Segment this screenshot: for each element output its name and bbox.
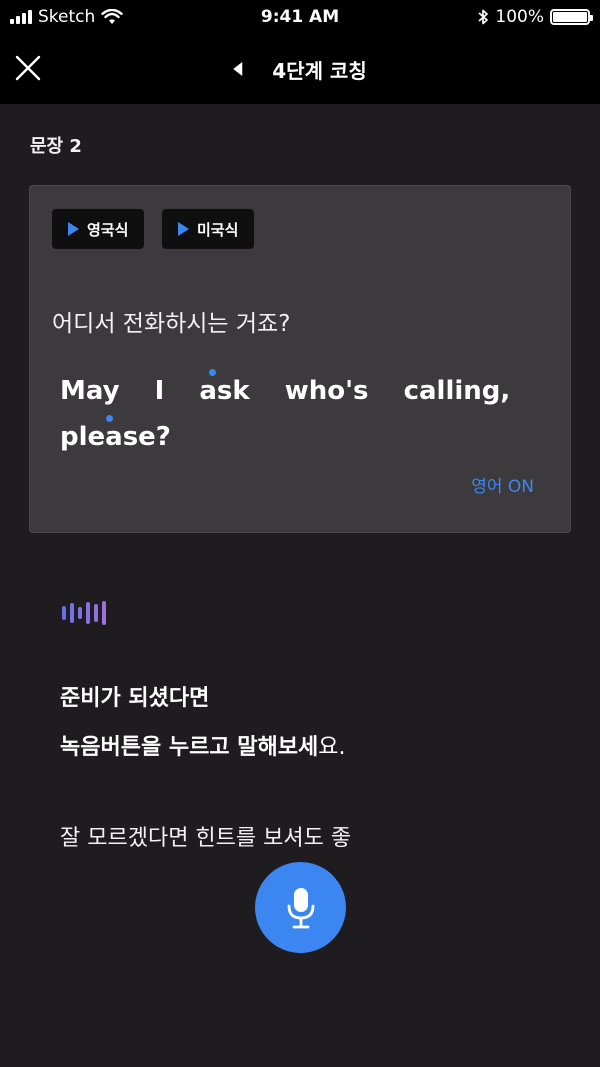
english-sentence: May I ask who's calling, please? xyxy=(60,368,540,460)
accent-button-label: 미국식 xyxy=(197,220,239,239)
status-right: 100% xyxy=(477,7,593,27)
instruction-line-2-end: 요. xyxy=(318,735,346,760)
close-icon[interactable] xyxy=(14,54,42,82)
status-left: Sketch xyxy=(10,7,123,27)
instruction-line-1: 준비가 되셨다면 xyxy=(60,686,210,711)
voice-wave-icon xyxy=(62,601,106,625)
battery-icon xyxy=(550,9,593,25)
carrier-label: Sketch xyxy=(38,7,96,27)
korean-sentence: 어디서 전화하시는 거죠? xyxy=(52,311,291,337)
american-accent-button[interactable]: 미국식 xyxy=(162,209,255,249)
sentence-number-label: 문장 2 xyxy=(30,136,82,157)
microphone-icon xyxy=(287,887,314,928)
status-bar: Sketch 9:41 AM 100% xyxy=(0,0,600,34)
instruction-line-2: 녹음버튼을 누르고 말해보세요. xyxy=(60,729,345,761)
bluetooth-icon xyxy=(478,9,489,25)
english-line: please? xyxy=(60,422,171,452)
english-toggle[interactable]: 영어 ON xyxy=(471,472,534,497)
instruction-line-2-bold: 녹음버튼을 누르고 말해보세 xyxy=(60,735,319,760)
nav-bar: 4단계 코칭 xyxy=(0,34,600,104)
english-line: May I ask who's calling, xyxy=(60,376,511,406)
back-arrow-icon[interactable] xyxy=(233,62,243,76)
sentence-card: 영국식 미국식 어디서 전화하시는 거죠? May I ask who's ca… xyxy=(29,185,571,533)
status-time: 9:41 AM xyxy=(260,7,340,27)
british-accent-button[interactable]: 영국식 xyxy=(52,209,145,249)
play-icon xyxy=(68,222,79,236)
page-title: 4단계 코칭 xyxy=(272,58,367,83)
battery-percent: 100% xyxy=(495,7,544,27)
signal-icon xyxy=(10,10,32,24)
accent-button-label: 영국식 xyxy=(87,220,129,239)
play-icon xyxy=(178,222,189,236)
nav-title-group: 4단계 코칭 xyxy=(233,34,367,104)
wifi-icon xyxy=(101,9,123,24)
hint-text: 잘 모르겠다면 힌트를 보셔도 좋 xyxy=(60,826,352,851)
record-button[interactable] xyxy=(255,862,346,953)
